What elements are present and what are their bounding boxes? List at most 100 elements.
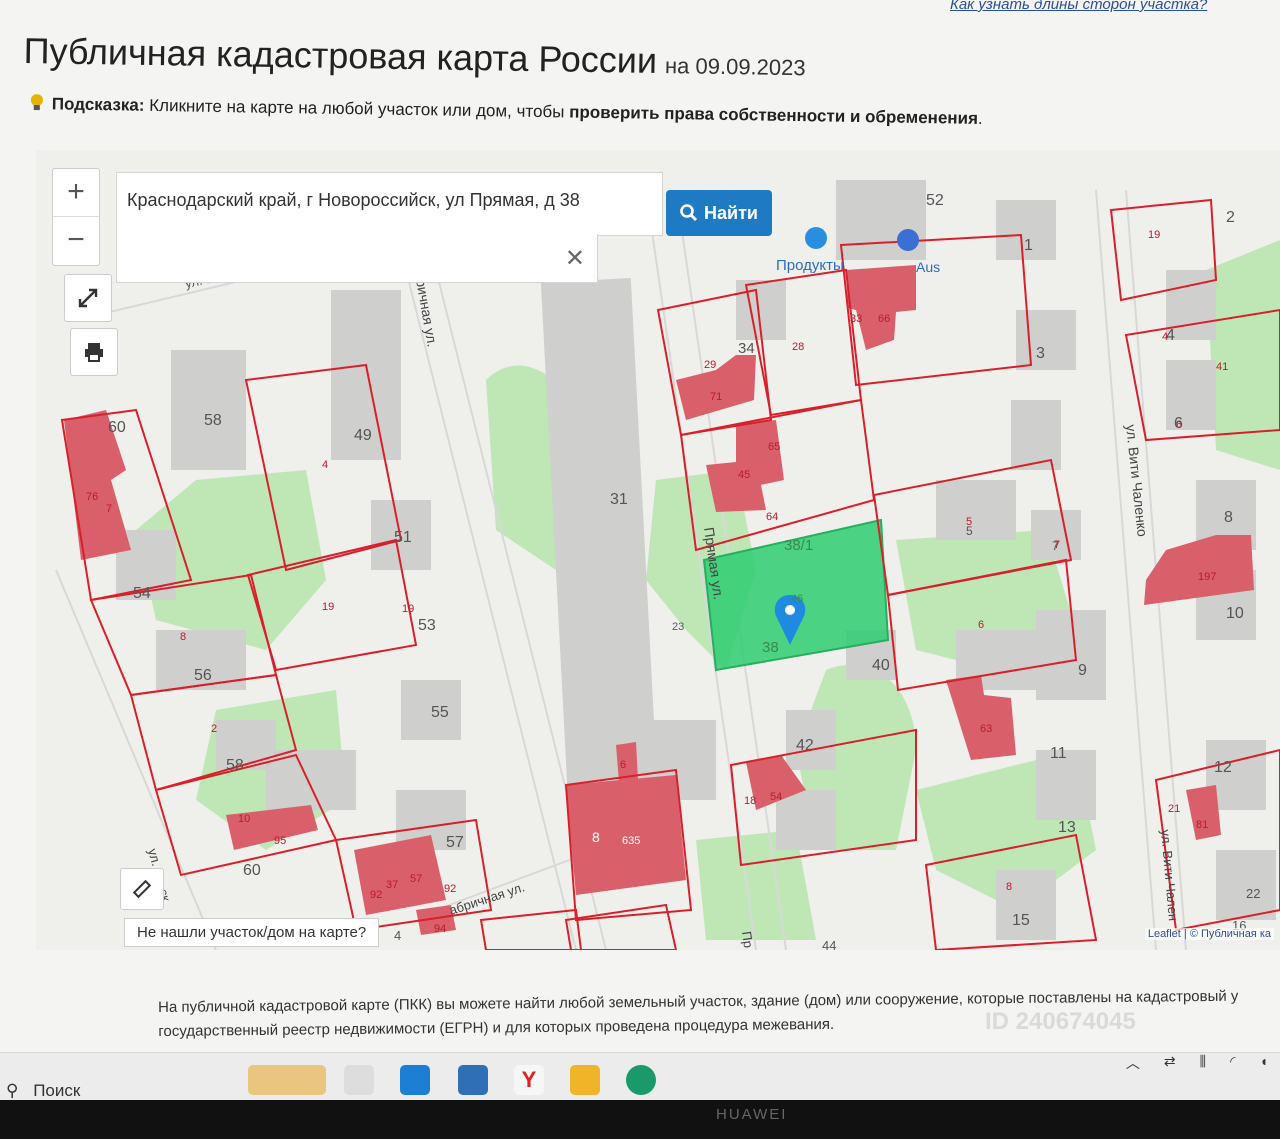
red-building-81: [1186, 785, 1221, 840]
building-15: [996, 870, 1056, 940]
ruler-icon: [132, 879, 152, 899]
house-number: 56: [194, 667, 212, 684]
taskbar-search[interactable]: ⚲ Поиск: [6, 1081, 80, 1100]
building-44: [776, 790, 836, 850]
map-attribution[interactable]: Leaflet | © Публичная ка: [1144, 928, 1274, 940]
parcel-number: 92: [370, 889, 382, 901]
wifi-icon[interactable]: ◜: [1230, 1053, 1235, 1075]
parcel-number: 18: [744, 795, 756, 807]
hint-label: Подсказка:: [51, 94, 145, 115]
zoom-control: + −: [52, 168, 100, 266]
house-number: 55: [431, 704, 449, 721]
edge-browser-icon[interactable]: [626, 1065, 656, 1095]
parcel-number: 29: [704, 359, 716, 371]
taskbar-search-label: Поиск: [33, 1081, 81, 1100]
house-number: 57: [446, 834, 464, 851]
parcel-number: 45: [738, 469, 750, 481]
parcel-number: 41: [1216, 361, 1228, 373]
house-number: 22: [1246, 886, 1260, 901]
house-number: 23: [672, 621, 684, 633]
house-number: 46: [791, 593, 803, 605]
parcel-number: 8: [180, 631, 186, 643]
house-number: 58: [226, 757, 244, 774]
mail-icon[interactable]: [458, 1065, 488, 1095]
title-date: на 09.09.2023: [664, 53, 806, 81]
house-number: 8: [1224, 509, 1233, 526]
parcel-number: 65: [768, 441, 780, 453]
house-number: 53: [418, 617, 436, 634]
ruler-button[interactable]: [120, 868, 164, 910]
house-number: 2: [1226, 209, 1235, 226]
printer-icon: [85, 343, 103, 362]
weather-widget-icon[interactable]: [248, 1065, 326, 1095]
fullscreen-button[interactable]: [64, 274, 112, 322]
find-button-label: Найти: [704, 202, 758, 223]
house-number: 49: [354, 427, 372, 444]
house-number: 3: [1036, 345, 1045, 362]
lightbulb-icon: [30, 94, 43, 111]
chevron-up-icon[interactable]: ︿: [1126, 1053, 1140, 1075]
system-tray: ︿ ⇄ ⫼ ◜ ◖: [1126, 1053, 1268, 1075]
parcel-number: 81: [1196, 819, 1208, 831]
building-bg: [1011, 400, 1061, 470]
parcel-number: 4: [1162, 331, 1168, 343]
yandex-browser-icon[interactable]: Y: [514, 1065, 544, 1095]
search-box: [116, 172, 663, 236]
expand-icon: [78, 288, 98, 308]
house-number: 42: [796, 737, 814, 754]
house-number: 60: [108, 419, 126, 436]
hint-line: Подсказка: Кликните на карте на любой уч…: [30, 94, 983, 129]
parcel-number: 21: [1168, 803, 1180, 815]
search-icon: ⚲: [6, 1081, 19, 1100]
parcel-number: 6: [1176, 419, 1182, 431]
parcel-number: 635: [622, 835, 640, 847]
street-label: Пр: [739, 930, 756, 949]
parcel-number: 197: [1198, 571, 1216, 583]
poi-label[interactable]: Aus: [916, 259, 940, 275]
red-building-45: [706, 460, 766, 512]
parcel-number: 2: [211, 723, 217, 735]
page-title: Публичная кадастровая карта России на 09.…: [23, 30, 806, 84]
search-suggest-panel: ✕: [116, 234, 598, 283]
parcel-number: 64: [766, 511, 778, 523]
network-icon[interactable]: ⇄: [1164, 1053, 1176, 1075]
parcel-number: 6: [978, 619, 984, 631]
cadastral-map[interactable]: ул. Ра... ричная ул. Прямая ул. ул. Вити…: [36, 150, 1280, 950]
watermark: ID 240674045: [985, 1008, 1136, 1035]
sides-length-link[interactable]: Как узнать длины сторон участка?: [950, 0, 1207, 13]
task-view-icon[interactable]: [344, 1065, 374, 1095]
not-found-link[interactable]: Не нашли участок/дом на карте?: [124, 918, 380, 947]
house-number: 15: [1012, 912, 1030, 929]
shopping-basket-icon[interactable]: [805, 227, 827, 249]
volume-icon[interactable]: ◖: [1260, 1053, 1268, 1075]
house-number: 40: [872, 657, 890, 674]
house-number: 34: [738, 340, 755, 357]
house-number: 52: [926, 192, 944, 209]
building-5: [936, 480, 1016, 540]
parcel-number: 94: [434, 923, 446, 935]
address-search-input[interactable]: [125, 189, 649, 212]
file-explorer-icon[interactable]: [570, 1065, 600, 1095]
house-number: 44: [822, 938, 836, 950]
audio-icon[interactable]: ⫼: [1200, 1053, 1206, 1075]
chat-icon[interactable]: [400, 1065, 430, 1095]
zoom-in-button[interactable]: +: [53, 169, 99, 216]
red-building-66: [846, 265, 916, 350]
clear-icon[interactable]: ✕: [565, 244, 585, 273]
find-button[interactable]: Найти: [666, 190, 772, 236]
house-number: 58: [204, 412, 222, 429]
zoom-out-button[interactable]: −: [53, 216, 99, 264]
print-button[interactable]: [70, 328, 118, 376]
hotel-bed-icon[interactable]: [897, 229, 919, 251]
parcel-number: 7: [106, 503, 112, 515]
parcel-number: 19: [322, 601, 334, 613]
house-number: 9: [1078, 662, 1087, 679]
house-number: 4: [394, 928, 401, 943]
parcel-number: 33: [850, 313, 862, 325]
parcel-number: 57: [410, 873, 422, 885]
building-3: [1016, 310, 1076, 370]
brand-logo: HUAWEI: [716, 1106, 788, 1123]
house-number: 60: [243, 862, 261, 879]
poi-label[interactable]: Продукты: [776, 257, 844, 274]
parcel-number: 54: [770, 791, 782, 803]
